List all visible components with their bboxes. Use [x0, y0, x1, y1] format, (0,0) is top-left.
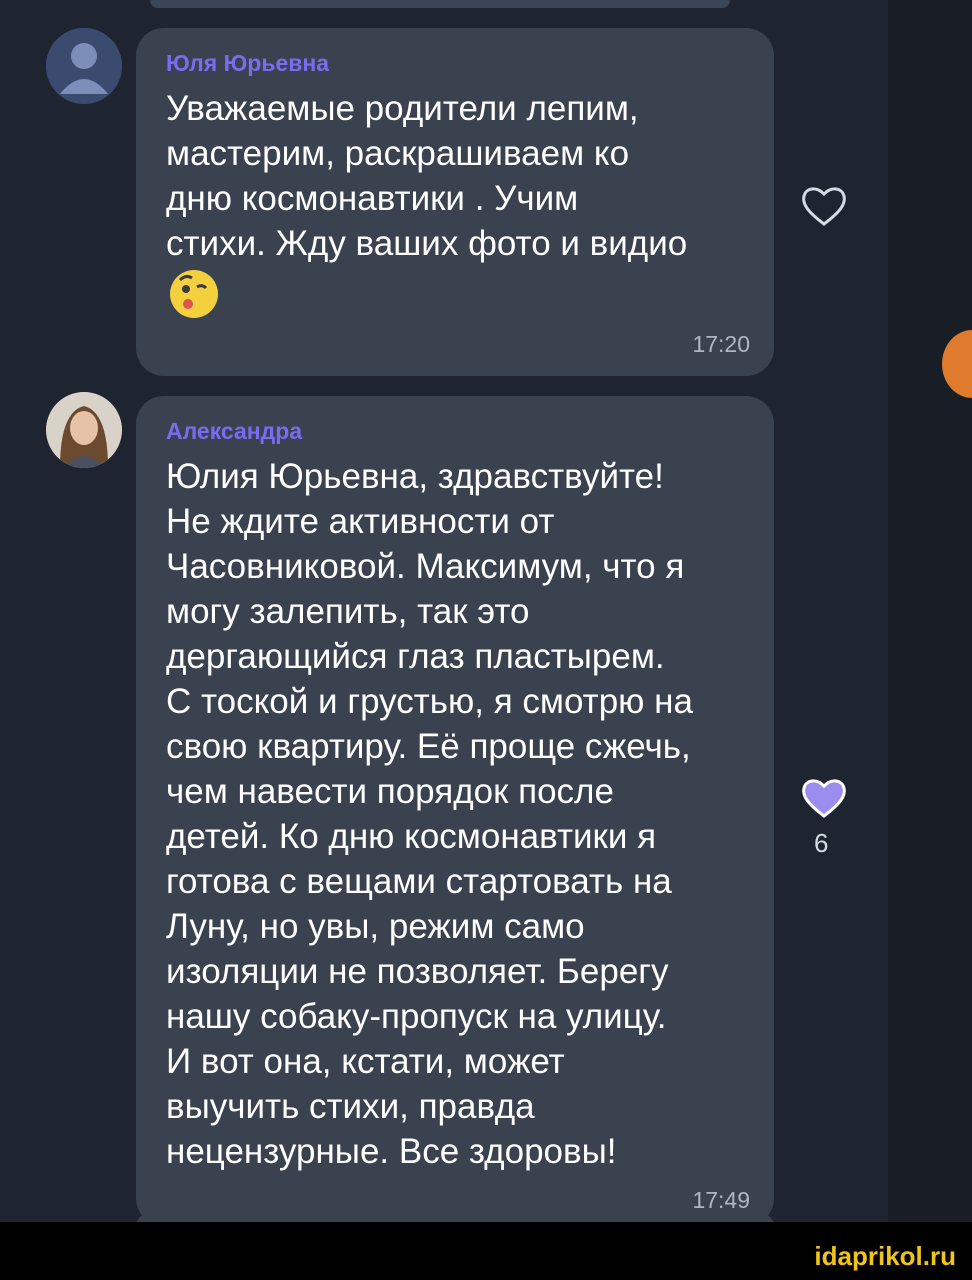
avatar[interactable]: [46, 28, 122, 104]
message-text: Юлия Юрьевна, здравствуйте! Не ждите акт…: [166, 457, 693, 1171]
message-time: 17:20: [692, 331, 750, 357]
heart-outline-icon[interactable]: [798, 180, 850, 232]
watermark-bar: idaprikol.ru: [0, 1222, 972, 1280]
kissing-face-emoji-icon: [170, 270, 218, 318]
user-icon: [46, 28, 122, 104]
sender-name[interactable]: Юля Юрьевна: [166, 48, 744, 80]
like-count: 6: [814, 828, 829, 858]
message-time: 17:49: [692, 1187, 750, 1213]
message-bubble[interactable]: Юля Юрьевна Уважаемые родители лепим, ма…: [136, 28, 774, 376]
user-photo-icon: [46, 392, 122, 468]
message-text: Уважаемые родители лепим, мастерим, раск…: [166, 89, 688, 263]
previous-message-edge: [150, 0, 730, 8]
message-bubble[interactable]: Александра Юлия Юрьевна, здравствуйте! Н…: [136, 396, 774, 1226]
watermark: idaprikol.ru: [814, 1241, 956, 1271]
right-sidebar: [888, 0, 972, 1222]
sender-name[interactable]: Александра: [166, 416, 744, 448]
heart-filled-icon[interactable]: [798, 772, 850, 824]
avatar[interactable]: [46, 392, 122, 468]
